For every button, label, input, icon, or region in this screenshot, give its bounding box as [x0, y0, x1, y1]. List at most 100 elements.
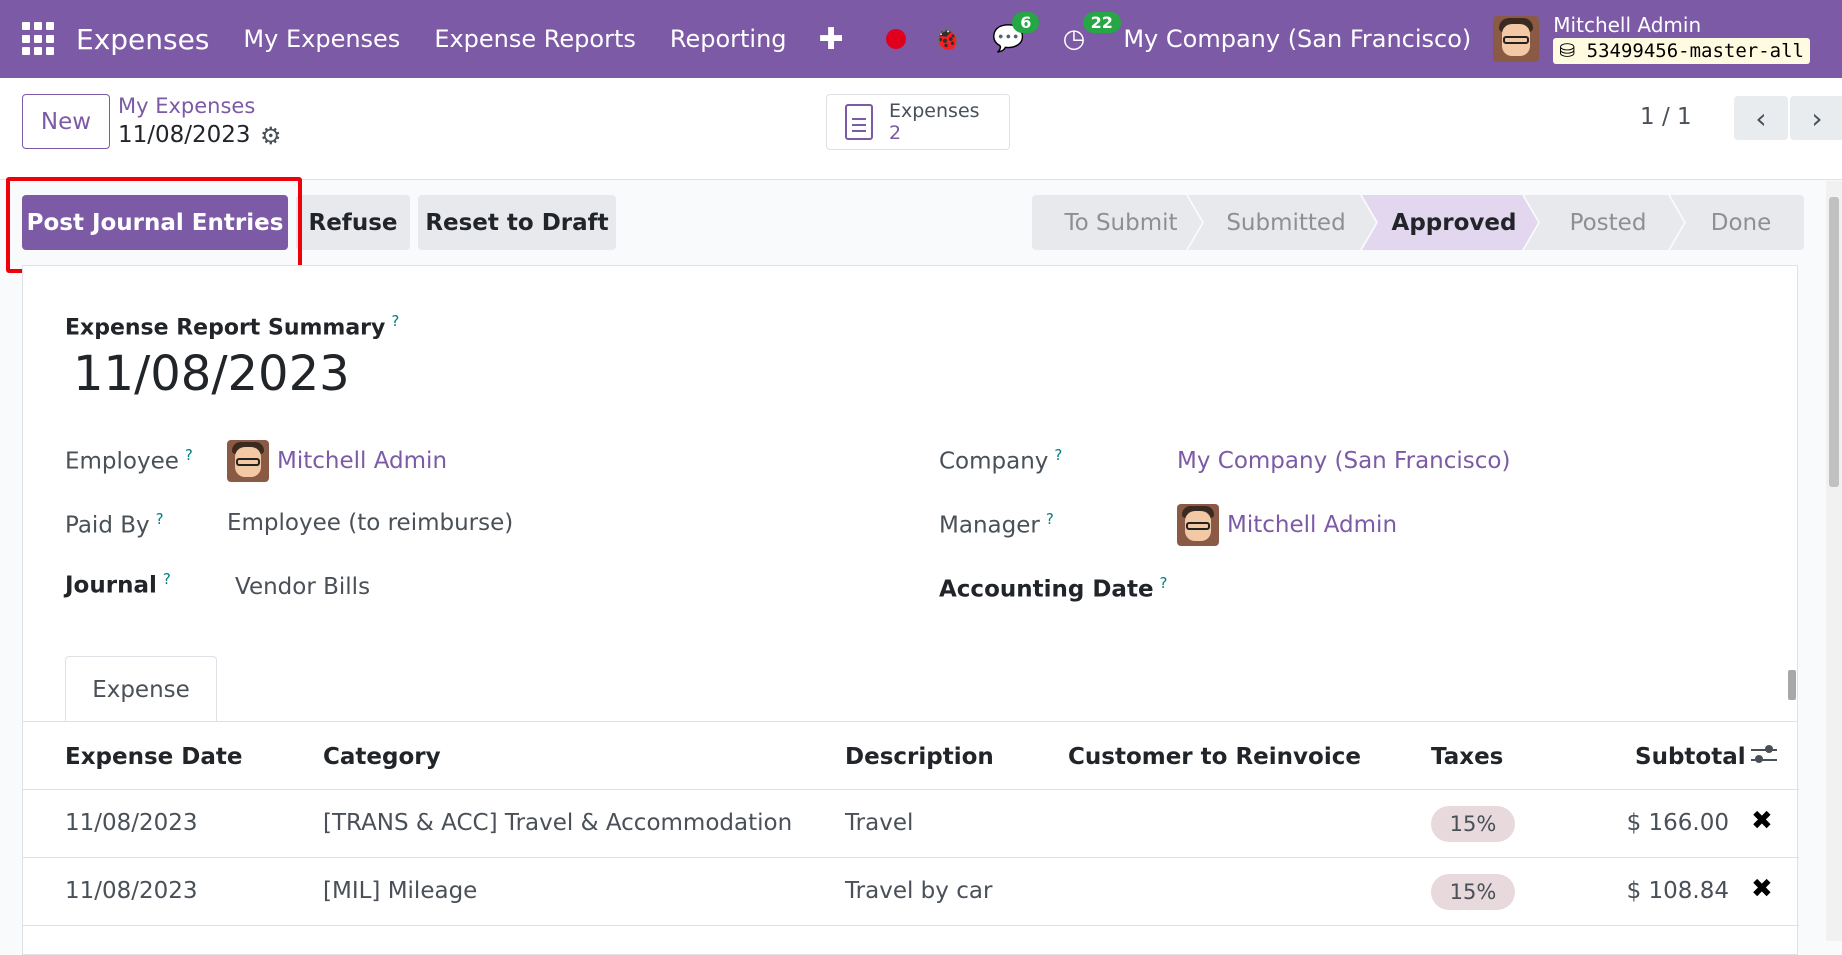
- help-icon[interactable]: ?: [185, 446, 193, 464]
- stage-done[interactable]: Done: [1670, 195, 1804, 250]
- employee-label: Employee?: [65, 446, 193, 475]
- help-icon[interactable]: ?: [1160, 574, 1168, 592]
- expense-lines-table: Expense Date Category Description Custom…: [23, 722, 1799, 926]
- tab-expense[interactable]: Expense: [65, 656, 217, 722]
- company-label-text: Company: [939, 448, 1049, 475]
- row-category: [MIL] Mileage: [323, 878, 478, 904]
- manager-value: Mitchell Admin: [1227, 512, 1398, 538]
- apps-menu-icon[interactable]: [22, 22, 56, 56]
- expenses-smart-button[interactable]: Expenses 2: [826, 94, 1010, 150]
- user-name: Mitchell Admin: [1553, 13, 1702, 37]
- row-expense-date: 11/08/2023: [65, 810, 198, 836]
- manager-field[interactable]: Mitchell Admin: [1177, 504, 1397, 546]
- remove-line-icon[interactable]: ✖: [1751, 874, 1773, 904]
- column-subtotal[interactable]: Subtotal: [1635, 744, 1746, 770]
- row-tax-badge: 15%: [1431, 874, 1515, 910]
- stage-approved[interactable]: Approved: [1362, 195, 1538, 250]
- row-subtotal: $ 166.00: [1626, 810, 1729, 836]
- column-category[interactable]: Category: [323, 744, 441, 770]
- summary-label: Expense Report Summary?: [65, 312, 399, 340]
- remove-line-icon[interactable]: ✖: [1751, 806, 1773, 836]
- reset-to-draft-button[interactable]: Reset to Draft: [418, 195, 616, 250]
- smart-button-count: 2: [889, 122, 902, 144]
- employee-label-text: Employee: [65, 448, 179, 475]
- record-icon[interactable]: [886, 29, 907, 49]
- table-header: Expense Date Category Description Custom…: [23, 722, 1799, 790]
- chevron-right-icon: ›: [1811, 101, 1823, 135]
- top-navbar: Expenses My Expenses Expense Reports Rep…: [0, 0, 1842, 78]
- plus-icon[interactable]: ✚: [819, 22, 844, 57]
- chevron-left-icon: ‹: [1755, 101, 1767, 135]
- accounting-date-input[interactable]: [1177, 568, 1577, 608]
- status-stages: To Submit Submitted Approved Posted Done: [1032, 195, 1804, 250]
- employee-value: Mitchell Admin: [277, 448, 448, 474]
- company-label: Company?: [939, 446, 1062, 475]
- chat-icon[interactable]: 💬 6: [992, 12, 1040, 54]
- accounting-date-label-text: Accounting Date: [939, 576, 1154, 603]
- column-customer-to-reinvoice[interactable]: Customer to Reinvoice: [1068, 744, 1361, 770]
- smart-button-label: Expenses: [889, 100, 980, 122]
- pager-next-button[interactable]: ›: [1790, 96, 1842, 140]
- help-icon[interactable]: ?: [391, 312, 399, 330]
- menu-expense-reports[interactable]: Expense Reports: [434, 25, 636, 53]
- breadcrumb-my-expenses[interactable]: My Expenses: [118, 94, 255, 118]
- company-field[interactable]: My Company (San Francisco): [1177, 448, 1510, 474]
- stage-to-submit[interactable]: To Submit: [1032, 195, 1202, 250]
- stage-posted[interactable]: Posted: [1524, 195, 1684, 250]
- column-taxes[interactable]: Taxes: [1431, 744, 1503, 770]
- new-button[interactable]: New: [22, 94, 110, 149]
- help-icon[interactable]: ?: [156, 510, 164, 528]
- optional-columns-icon[interactable]: [1751, 744, 1777, 766]
- paid-by-field[interactable]: Employee (to reimburse): [227, 510, 513, 536]
- employee-avatar: [227, 440, 269, 482]
- page-scrollbar[interactable]: [1826, 181, 1842, 941]
- column-expense-date[interactable]: Expense Date: [65, 744, 243, 770]
- table-scrollbar[interactable]: [1785, 656, 1799, 712]
- user-avatar[interactable]: [1493, 16, 1540, 62]
- activity-badge: 22: [1082, 12, 1121, 33]
- row-tax-badge: 15%: [1431, 806, 1515, 842]
- employee-field[interactable]: Mitchell Admin: [227, 440, 447, 482]
- accounting-date-label: Accounting Date?: [939, 574, 1168, 603]
- pager-previous-button[interactable]: ‹: [1734, 96, 1788, 140]
- table-row[interactable]: 11/08/2023 [MIL] Mileage Travel by car 1…: [23, 858, 1799, 926]
- help-icon[interactable]: ?: [163, 570, 171, 588]
- help-icon[interactable]: ?: [1054, 446, 1062, 464]
- row-description: Travel by car: [845, 878, 993, 904]
- row-description: Travel: [845, 810, 914, 836]
- journal-label: Journal?: [65, 570, 171, 599]
- form-statusbar: Post Journal Entries Refuse Reset to Dra…: [0, 181, 1842, 265]
- row-category: [TRANS & ACC] Travel & Accommodation: [323, 810, 793, 836]
- user-menu[interactable]: Mitchell Admin ⛁ 53499456-master-all: [1553, 14, 1810, 64]
- manager-avatar: [1177, 504, 1219, 546]
- journal-label-text: Journal: [65, 572, 157, 599]
- help-icon[interactable]: ?: [1046, 510, 1054, 528]
- refuse-button[interactable]: Refuse: [296, 195, 410, 250]
- menu-reporting[interactable]: Reporting: [670, 25, 787, 53]
- post-journal-entries-button[interactable]: Post Journal Entries: [22, 195, 288, 250]
- manager-label: Manager?: [939, 510, 1054, 539]
- journal-field[interactable]: Vendor Bills: [235, 574, 370, 600]
- column-description[interactable]: Description: [845, 744, 994, 770]
- manager-label-text: Manager: [939, 512, 1040, 539]
- summary-input[interactable]: 11/08/2023: [73, 346, 350, 402]
- menu-my-expenses[interactable]: My Expenses: [243, 25, 400, 53]
- stage-submitted[interactable]: Submitted: [1188, 195, 1376, 250]
- row-subtotal: $ 108.84: [1626, 878, 1729, 904]
- table-row[interactable]: 11/08/2023 [TRANS & ACC] Travel & Accomm…: [23, 790, 1799, 858]
- control-panel: New My Expenses 11/08/2023 ⚙ Expenses 2 …: [0, 78, 1842, 180]
- chat-badge: 6: [1012, 12, 1040, 33]
- activity-clock-icon[interactable]: ◷ 22: [1063, 12, 1121, 54]
- paid-by-label: Paid By?: [65, 510, 164, 539]
- app-brand[interactable]: Expenses: [76, 23, 209, 56]
- summary-label-text: Expense Report Summary: [65, 315, 386, 341]
- database-tag: ⛁ 53499456-master-all: [1553, 38, 1810, 64]
- bug-icon[interactable]: 🐞: [932, 25, 962, 53]
- pager-value[interactable]: 1 / 1: [1640, 104, 1692, 130]
- paid-by-label-text: Paid By: [65, 512, 150, 539]
- record-title: 11/08/2023: [118, 122, 251, 148]
- database-name: 53499456-master-all: [1586, 40, 1804, 62]
- company-switcher[interactable]: My Company (San Francisco): [1123, 25, 1471, 53]
- row-expense-date: 11/08/2023: [65, 878, 198, 904]
- gear-icon[interactable]: ⚙: [260, 122, 282, 150]
